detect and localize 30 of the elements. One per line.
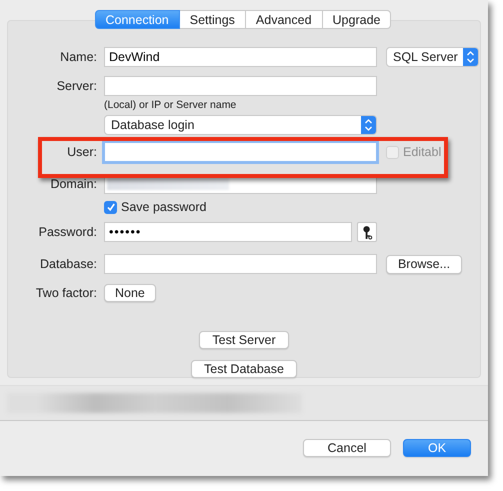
dialog-button[interactable]: Cancel (303, 439, 391, 457)
tab[interactable]: Settings (180, 10, 246, 29)
test-button[interactable]: Test Server (199, 331, 289, 349)
name-field[interactable]: DevWind (104, 47, 377, 67)
checkbox-label: Save password (121, 200, 206, 214)
password-field[interactable]: •••••• (104, 222, 352, 242)
browse-button[interactable]: Browse... (386, 254, 462, 274)
field-label: Two factor: (34, 286, 97, 300)
hint-text: (Local) or IP or Server name (104, 99, 238, 111)
key-button[interactable] (357, 222, 377, 242)
key-icon (362, 224, 372, 240)
login-select[interactable]: Database login (104, 115, 377, 135)
database-field[interactable] (104, 254, 377, 274)
field-label: Name: (59, 50, 97, 64)
stepper-icon (463, 48, 478, 66)
field-label: Server: (56, 79, 97, 93)
test-button[interactable]: Test Database (191, 360, 297, 378)
field-label: Domain: (49, 177, 97, 191)
field-label: User: (66, 145, 97, 159)
tab[interactable]: Upgrade (322, 10, 392, 29)
checkbox-label: Editabl (403, 145, 442, 159)
user-field[interactable] (104, 142, 377, 162)
stepper-icon (361, 116, 376, 134)
field-label: Password: (38, 225, 97, 239)
tab[interactable]: Advanced (246, 10, 323, 29)
save-password-checkbox[interactable] (104, 200, 117, 214)
driver-select[interactable]: SQL Server (386, 47, 479, 67)
field-label: Database: (39, 257, 97, 271)
server-field[interactable] (104, 76, 377, 96)
two-factor-button[interactable]: None (104, 284, 156, 302)
